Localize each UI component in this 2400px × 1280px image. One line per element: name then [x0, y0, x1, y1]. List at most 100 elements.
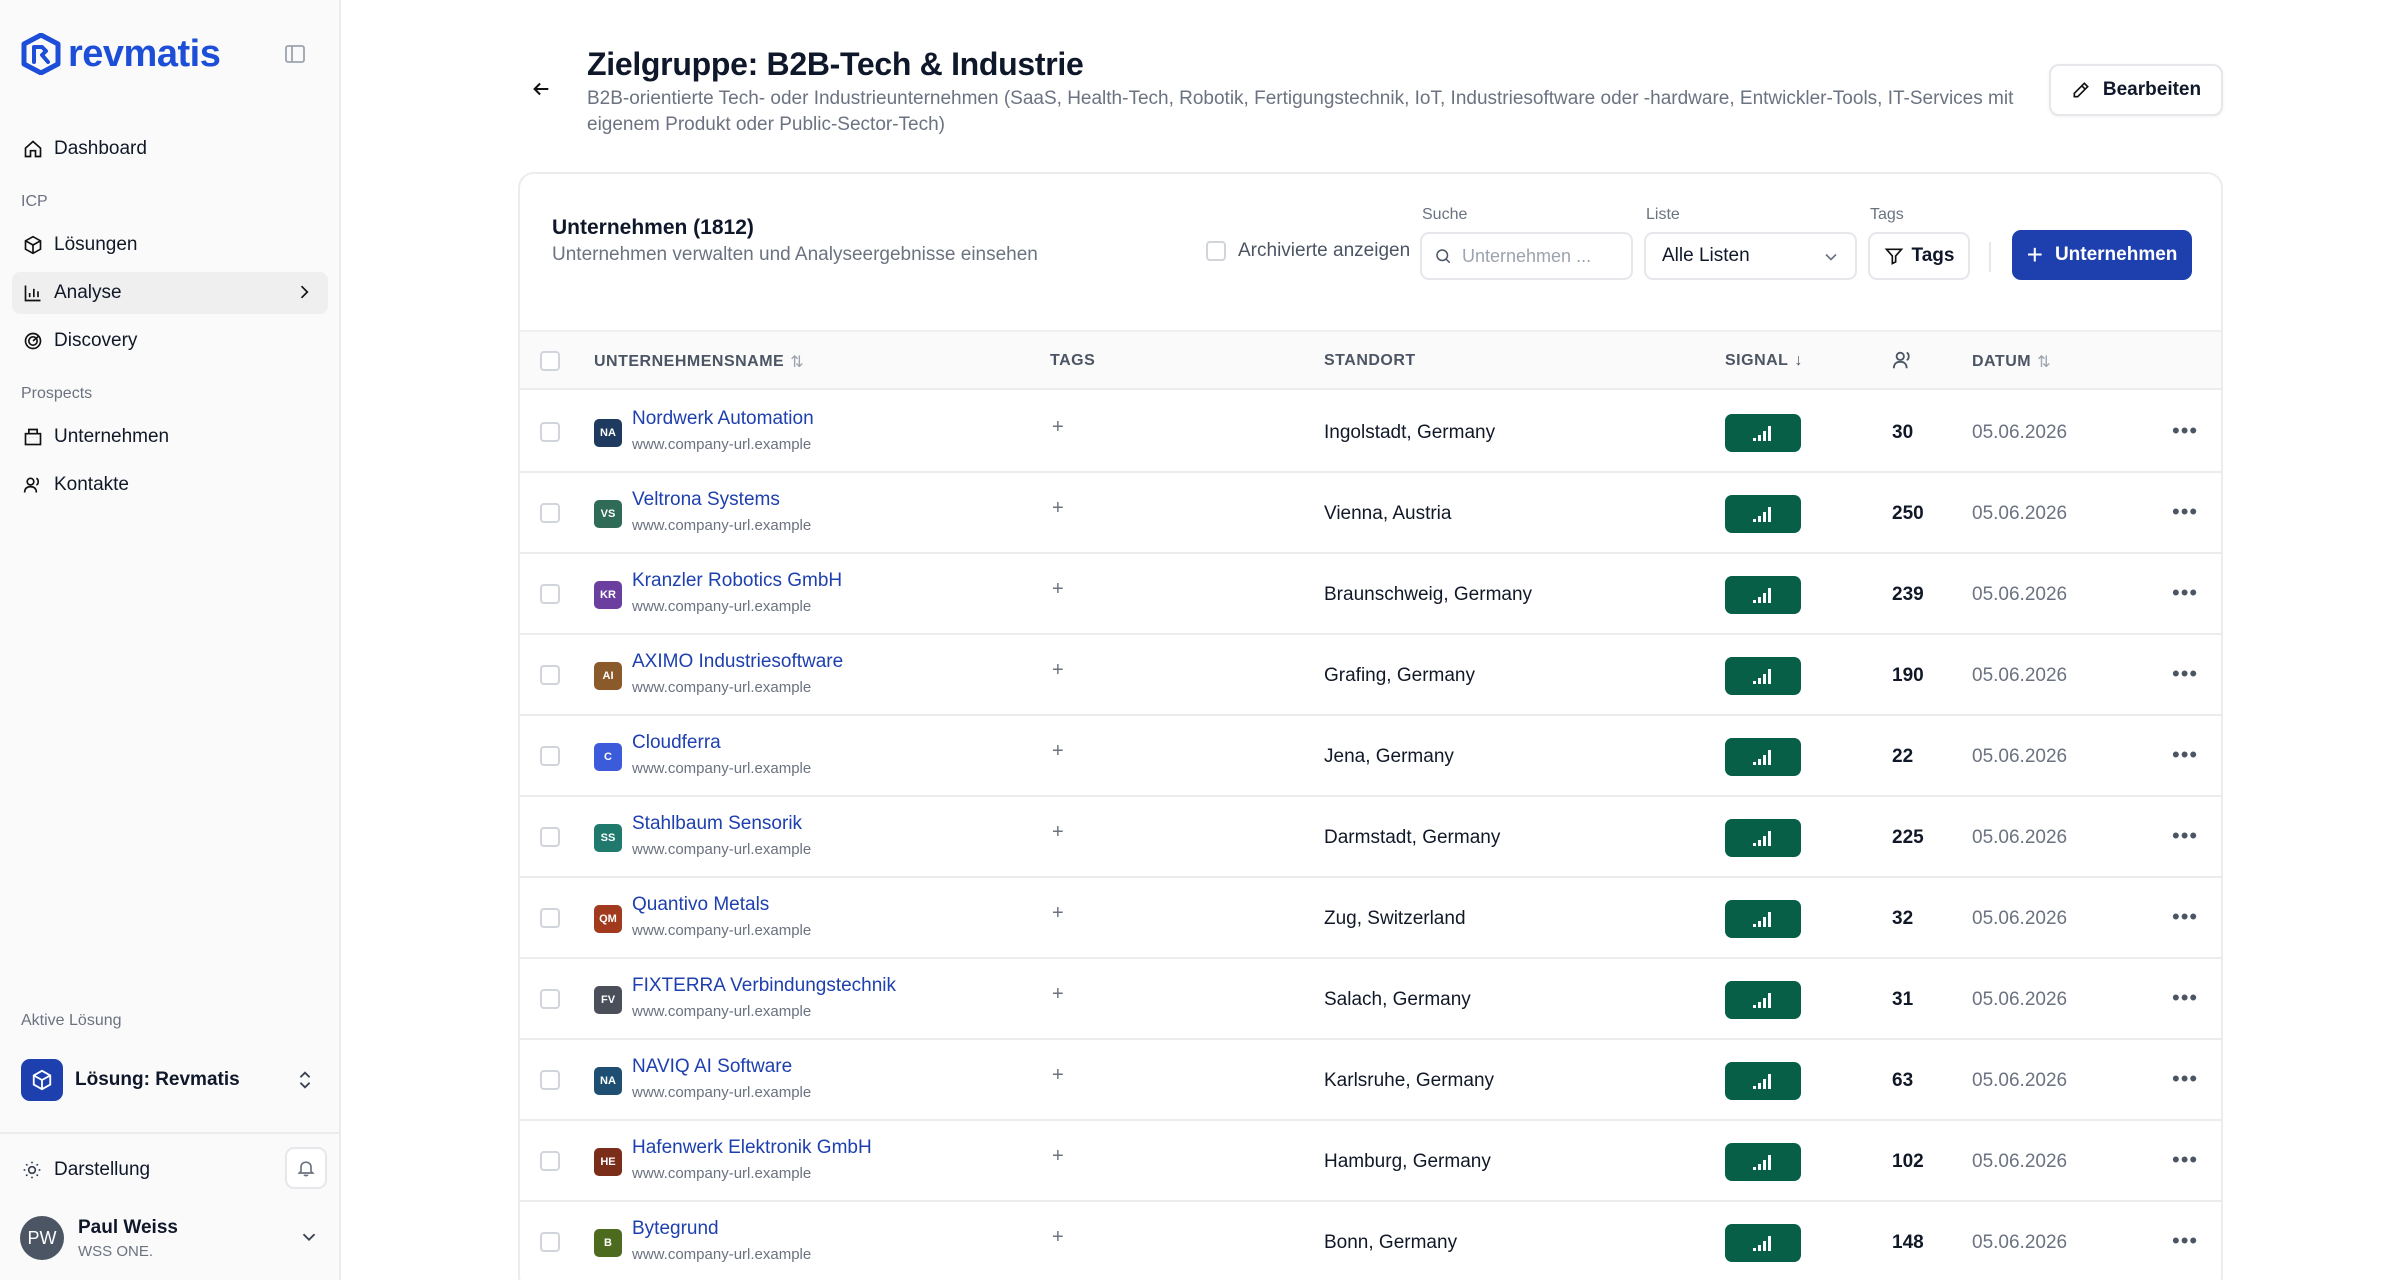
more-actions-icon[interactable]: ••• — [2172, 499, 2198, 525]
company-name-link[interactable]: Stahlbaum Sensorik — [632, 813, 802, 835]
row-checkbox[interactable] — [540, 422, 560, 442]
table-row[interactable]: QM Quantivo Metals www.company-url.example… — [520, 878, 2221, 959]
table-row[interactable]: AI AXIMO Industriesoftware www.company-url… — [520, 635, 2221, 716]
search-field[interactable] — [1420, 232, 1633, 280]
row-checkbox[interactable] — [540, 827, 560, 847]
company-name-link[interactable]: Cloudferra — [632, 732, 721, 754]
add-tag-button[interactable]: + — [1052, 740, 1064, 763]
archived-checkbox[interactable] — [1206, 241, 1226, 261]
signal-badge[interactable] — [1725, 495, 1801, 533]
add-tag-button[interactable]: + — [1052, 902, 1064, 925]
table-row[interactable]: VS Veltrona Systems www.company-url.exampl… — [520, 473, 2221, 554]
table-row[interactable]: KR Kranzler Robotics GmbH www.company-url.… — [520, 554, 2221, 635]
add-tag-button[interactable]: + — [1052, 821, 1064, 844]
signal-badge[interactable] — [1725, 1224, 1801, 1262]
column-header-date[interactable]: DATUM ⇅ — [1972, 352, 2051, 372]
company-url: www.company-url.example — [632, 1246, 812, 1263]
more-actions-icon[interactable]: ••• — [2172, 823, 2198, 849]
add-tag-button[interactable]: + — [1052, 578, 1064, 601]
contact-count: 63 — [1892, 1070, 1914, 1091]
column-header-signal[interactable]: SIGNAL ↓ — [1725, 352, 1803, 370]
more-actions-icon[interactable]: ••• — [2172, 1147, 2198, 1173]
company-name-link[interactable]: Veltrona Systems — [632, 489, 780, 511]
search-input[interactable] — [1462, 245, 1612, 267]
list-select[interactable]: Alle Listen — [1644, 232, 1857, 280]
more-actions-icon[interactable]: ••• — [2172, 580, 2198, 606]
sidebar-item-discovery[interactable]: Discovery — [12, 320, 328, 362]
row-checkbox[interactable] — [540, 665, 560, 685]
table-row[interactable]: C Cloudferra www.company-url.example + Jena,… — [520, 716, 2221, 797]
signal-badge[interactable] — [1725, 738, 1801, 776]
row-checkbox[interactable] — [540, 989, 560, 1009]
sidebar-item-loesungen[interactable]: Lösungen — [12, 224, 328, 266]
more-actions-icon[interactable]: ••• — [2172, 904, 2198, 930]
company-name-link[interactable]: Nordwerk Automation — [632, 408, 814, 430]
edit-button-label: Bearbeiten — [2102, 79, 2202, 100]
signal-badge[interactable] — [1725, 1143, 1801, 1181]
signal-badge[interactable] — [1725, 981, 1801, 1019]
divider — [0, 1132, 341, 1134]
company-name-link[interactable]: Bytegrund — [632, 1218, 719, 1240]
company-name-link[interactable]: AXIMO Industriesoftware — [632, 651, 843, 673]
table-row[interactable]: NA NAVIQ AI Software www.company-url.examp… — [520, 1040, 2221, 1121]
search-icon — [1436, 249, 1451, 264]
table-row[interactable]: B Bytegrund www.company-url.example + Bonn, … — [520, 1202, 2221, 1280]
back-arrow-icon[interactable] — [530, 78, 552, 100]
signal-badge[interactable] — [1725, 657, 1801, 695]
sidebar-toggle-icon[interactable] — [283, 42, 307, 66]
sidebar-item-dashboard[interactable]: Dashboard — [12, 128, 328, 170]
row-checkbox[interactable] — [540, 1151, 560, 1171]
signal-badge[interactable] — [1725, 900, 1801, 938]
add-tag-button[interactable]: + — [1052, 497, 1064, 520]
more-actions-icon[interactable]: ••• — [2172, 742, 2198, 768]
sidebar-item-kontakte[interactable]: Kontakte — [12, 464, 328, 506]
more-actions-icon[interactable]: ••• — [2172, 661, 2198, 687]
card-title: Unternehmen (1812) — [552, 216, 754, 239]
show-archived-toggle[interactable]: Archivierte anzeigen — [1206, 240, 1410, 262]
add-tag-button[interactable]: + — [1052, 659, 1064, 682]
page-title: Zielgruppe: B2B-Tech & Industrie — [587, 46, 1084, 82]
tags-filter-button[interactable]: Tags — [1868, 232, 1970, 280]
signal-badge[interactable] — [1725, 819, 1801, 857]
edit-button[interactable]: Bearbeiten — [2049, 64, 2223, 116]
notifications-button[interactable] — [285, 1147, 327, 1189]
table-row[interactable]: HE Hafenwerk Elektronik GmbH www.company-u… — [520, 1121, 2221, 1202]
sidebar-item-analyse[interactable]: Analyse — [12, 272, 328, 314]
add-tag-button[interactable]: + — [1052, 416, 1064, 439]
add-tag-button[interactable]: + — [1052, 1145, 1064, 1168]
company-name-link[interactable]: Quantivo Metals — [632, 894, 769, 916]
table-row[interactable]: SS Stahlbaum Sensorik www.company-url.exam… — [520, 797, 2221, 878]
active-solution-switcher[interactable]: Lösung: Revmatis — [12, 1054, 328, 1106]
more-actions-icon[interactable]: ••• — [2172, 985, 2198, 1011]
row-checkbox[interactable] — [540, 1232, 560, 1252]
row-checkbox[interactable] — [540, 908, 560, 928]
select-all-checkbox[interactable] — [540, 351, 560, 371]
more-actions-icon[interactable]: ••• — [2172, 418, 2198, 444]
company-name-link[interactable]: NAVIQ AI Software — [632, 1056, 792, 1078]
company-name-link[interactable]: Hafenwerk Elektronik GmbH — [632, 1137, 872, 1159]
company-name-link[interactable]: FIXTERRA Verbindungstechnik — [632, 975, 896, 997]
signal-badge[interactable] — [1725, 576, 1801, 614]
user-menu[interactable]: PW Paul Weiss WSS ONE. — [20, 1212, 320, 1264]
company-name-link[interactable]: Kranzler Robotics GmbH — [632, 570, 842, 592]
add-company-button[interactable]: + Unternehmen — [2012, 230, 2192, 280]
date: 05.06.2026 — [1972, 1232, 2068, 1253]
row-checkbox[interactable] — [540, 746, 560, 766]
more-actions-icon[interactable]: ••• — [2172, 1228, 2198, 1254]
add-tag-button[interactable]: + — [1052, 1064, 1064, 1087]
add-tag-button[interactable]: + — [1052, 1226, 1064, 1249]
signal-badge[interactable] — [1725, 1062, 1801, 1100]
table-row[interactable]: NA Nordwerk Automation www.company-url.exa… — [520, 392, 2221, 473]
appearance-toggle[interactable]: Darstellung — [12, 1148, 328, 1192]
package-icon — [21, 1059, 63, 1101]
more-actions-icon[interactable]: ••• — [2172, 1066, 2198, 1092]
table-row[interactable]: FV FIXTERRA Verbindungstechnik www.company… — [520, 959, 2221, 1040]
sidebar-item-unternehmen[interactable]: Unternehmen — [12, 416, 328, 458]
column-header-name[interactable]: UNTERNEHMENSNAME ⇅ — [594, 352, 804, 372]
row-checkbox[interactable] — [540, 503, 560, 523]
add-tag-button[interactable]: + — [1052, 983, 1064, 1006]
logo[interactable]: revmatis — [20, 30, 319, 78]
row-checkbox[interactable] — [540, 1070, 560, 1090]
signal-badge[interactable] — [1725, 414, 1801, 452]
row-checkbox[interactable] — [540, 584, 560, 604]
